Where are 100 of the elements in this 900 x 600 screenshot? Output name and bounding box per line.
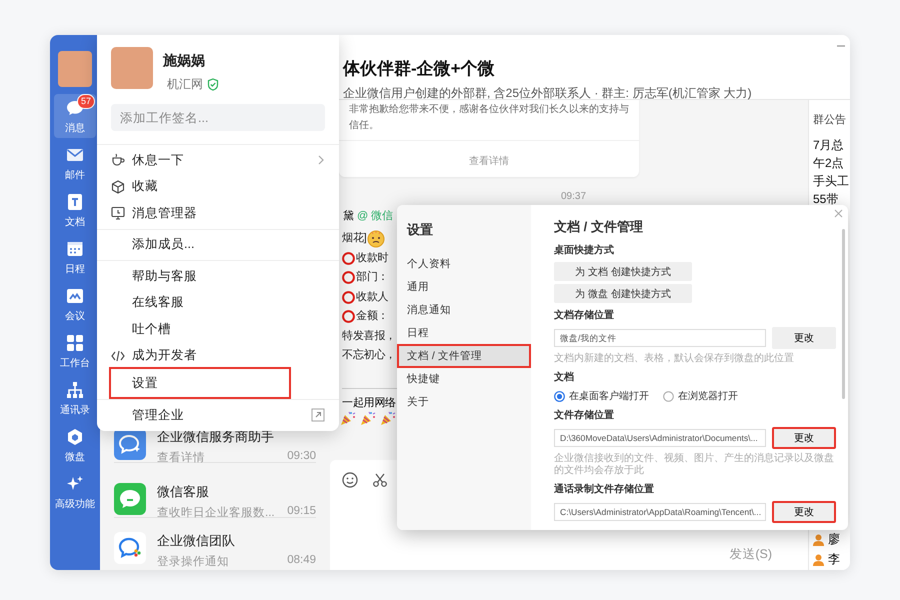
section-title: 文档存储位置 <box>554 308 615 322</box>
message-preview: 查收昨日企业客服数... <box>157 505 275 520</box>
external-link-icon <box>311 408 325 422</box>
message-line: 烟花] <box>342 231 366 246</box>
message-line: 收款时 <box>356 250 388 266</box>
person-icon <box>813 534 824 546</box>
message-time: 09:30 <box>287 450 316 464</box>
section-title: 文件存储位置 <box>554 408 615 422</box>
emoji-icon <box>367 230 386 248</box>
menu-item[interactable]: 添加成员... <box>111 232 325 258</box>
sidebar-tab[interactable]: 工作台 <box>54 329 96 373</box>
party-popper-icon <box>339 410 357 426</box>
settings-nav-item[interactable]: 消息通知 <box>399 300 529 320</box>
chat-name: 微信客服 <box>157 483 210 501</box>
change-button[interactable]: 更改 <box>772 501 836 523</box>
sidebar-tab[interactable]: 会议 <box>54 282 96 326</box>
sidebar-tab[interactable]: 日程 <box>54 235 96 279</box>
message-preview: 查看详情 <box>157 450 205 465</box>
chevron-right-icon <box>318 155 325 166</box>
sender-source: @ 微信 <box>357 209 394 223</box>
settings-nav-item[interactable]: 关于 <box>399 392 529 412</box>
shortcut-button[interactable]: 为 文档 创建快捷方式 <box>554 262 692 281</box>
menu-item[interactable]: 休息一下 <box>111 147 325 174</box>
settings-nav-item[interactable]: 个人资料 <box>399 254 529 274</box>
settings-nav-item[interactable]: 日程 <box>399 323 529 343</box>
org-chart-icon <box>65 380 85 400</box>
settings-title: 设置 <box>407 221 434 239</box>
member-item[interactable]: 廖 <box>813 531 850 548</box>
party-popper-icon <box>359 410 377 426</box>
scrollbar[interactable] <box>842 229 845 399</box>
menu-item[interactable]: 收藏 <box>111 174 325 200</box>
hexagon-icon <box>65 426 85 446</box>
sidebar-tab[interactable]: 邮件 <box>54 141 96 185</box>
section-heading: 文档 / 文件管理 <box>554 218 644 236</box>
monitor-clock-icon <box>111 206 125 220</box>
message-line: 特发喜报， <box>342 328 396 344</box>
message-preview: 登录操作通知 <box>157 554 229 569</box>
close-icon[interactable] <box>834 209 843 218</box>
notice-title: 群公告 <box>813 112 847 127</box>
circle-mark-icon <box>342 290 355 304</box>
menu-item[interactable]: 在线客服 <box>111 290 325 316</box>
settings-nav-item[interactable]: 快捷键 <box>399 369 529 389</box>
menu-item[interactable]: 消息管理器 <box>111 200 325 226</box>
sender-name: 黛 <box>343 209 354 223</box>
photo-placeholder <box>111 47 153 89</box>
sidebar-tab[interactable]: 文档 <box>54 188 96 232</box>
radio-label: 在桌面客户端打开 <box>569 390 649 403</box>
code-icon <box>111 348 125 363</box>
sidebar-tab[interactable]: 消息 57 <box>54 94 96 138</box>
person-icon <box>813 554 824 566</box>
section-title: 桌面快捷方式 <box>554 243 615 257</box>
section-title: 文档 <box>554 370 575 384</box>
notice-text: 7月总 <box>813 137 845 154</box>
menu-item[interactable]: 成为开发者 <box>111 342 325 369</box>
notice-text: 手头工 <box>813 173 850 190</box>
menu-item[interactable]: 设置 <box>111 369 289 397</box>
menu-item[interactable]: 帮助与客服 <box>111 263 325 290</box>
chat-name: 企业微信团队 <box>157 532 236 550</box>
company-name: 机汇网 <box>167 76 203 93</box>
scissors-icon[interactable] <box>372 472 388 488</box>
sidebar-tab[interactable]: 微盘 <box>54 423 96 467</box>
radio-label: 在浏览器打开 <box>678 390 738 403</box>
sidebar-tab[interactable]: 通讯录 <box>54 376 96 420</box>
chat-subtitle: 企业微信用户创建的外部群, 含25位外部联系人 · 群主: 厉志军(机汇管家 大力) <box>343 85 753 102</box>
party-popper-icon <box>379 410 397 426</box>
signature-field[interactable]: 添加工作签名... <box>111 104 325 131</box>
menu-item[interactable]: 吐个槽 <box>111 316 325 342</box>
radio-button[interactable] <box>663 390 674 402</box>
message-line: 不忘初心， <box>342 348 396 363</box>
notice-text: 55带 <box>813 191 840 208</box>
circle-mark-icon <box>342 310 355 324</box>
chat-list-item[interactable]: 微信客服 查收昨日企业客服数... 09:15 <box>114 463 316 518</box>
path-field[interactable]: C:\Users\Administrator\AppData\Roaming\Tencent\... <box>554 503 766 521</box>
change-button[interactable]: 更改 <box>772 427 836 449</box>
path-field[interactable]: D:\360MoveData\Users\Administrator\Documents\... <box>554 429 766 447</box>
message-line: 金额： <box>356 308 388 324</box>
member-item[interactable]: 李 <box>813 551 850 568</box>
message-time: 09:37 <box>560 191 588 202</box>
hint-text: 文档内新建的文档、表格，默认会保存到微盘的此位置 <box>554 353 795 365</box>
chat-title: 体伙伴群-企微+个微 <box>343 58 496 80</box>
sidebar-tab[interactable]: 高级功能 <box>54 470 96 514</box>
grid-icon <box>65 332 85 352</box>
chat-list-item[interactable]: 企业微信团队 登录操作通知 08:49 <box>114 518 316 570</box>
radio-button[interactable] <box>554 390 565 402</box>
settings-nav-item[interactable]: 通用 <box>399 277 529 297</box>
card-text: 非常抱歉给您带来不便，感谢各位伙伴对我们长久以来的支持与 <box>348 102 630 116</box>
section-title: 通话录制文件存储位置 <box>554 482 655 496</box>
hint-text: 企业微信接收到的文件、视频、图片、产生的消息记录以及微盘的文件均会存放于此 <box>554 453 835 477</box>
cube-icon <box>111 180 125 194</box>
message-line: 收款人 <box>356 290 388 304</box>
chat-bubble-logo-icon <box>114 483 146 515</box>
path-field[interactable]: 微盘/我的文件 <box>554 329 766 347</box>
change-button[interactable]: 更改 <box>772 327 836 349</box>
settings-nav-item[interactable]: 文档 / 文件管理 <box>399 346 529 366</box>
smiley-icon[interactable] <box>342 472 358 488</box>
message-time: 09:15 <box>287 505 316 519</box>
shortcut-button[interactable]: 为 微盘 创建快捷方式 <box>554 284 692 303</box>
notice-text: 午2点 <box>813 155 845 172</box>
document-icon <box>65 192 85 212</box>
chat-bubble-logo-icon <box>114 532 146 564</box>
